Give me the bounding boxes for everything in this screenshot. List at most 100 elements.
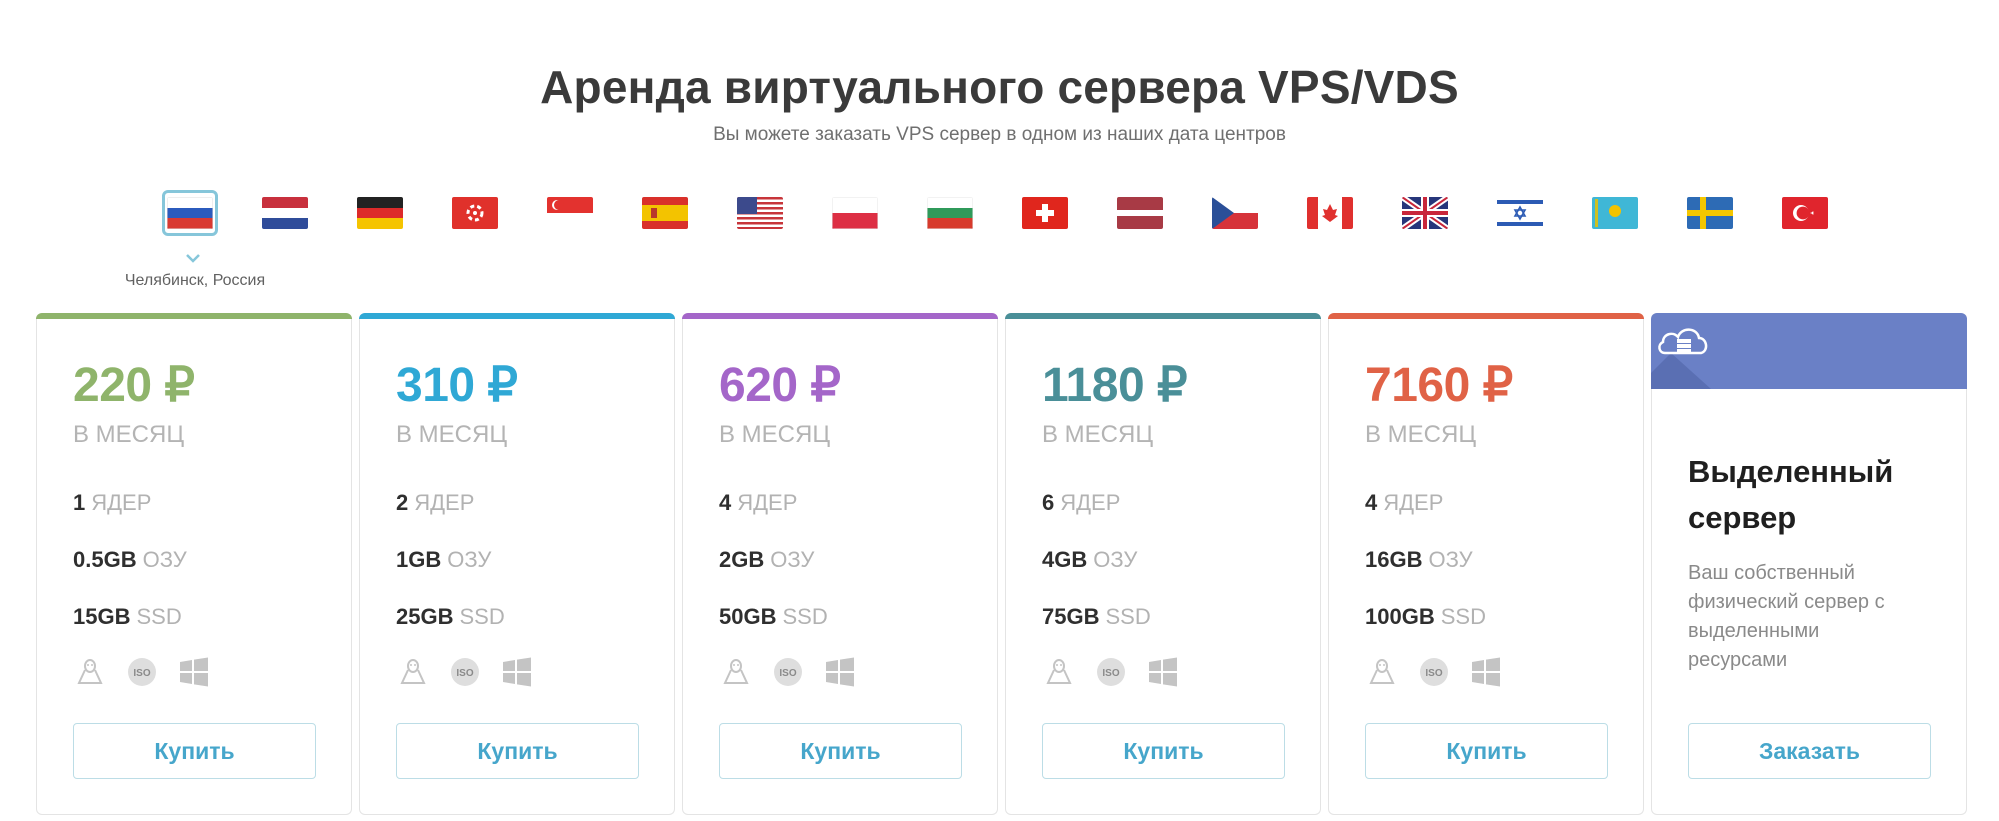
plan-cores: 4 ЯДЕР [1365, 490, 1443, 516]
disk-unit: SSD [459, 604, 505, 629]
dedicated-server-card: Выделенный сервер Ваш собственный физиче… [1651, 313, 1967, 815]
flag-hong-kong[interactable] [447, 190, 503, 236]
flag-bulgaria[interactable] [922, 190, 978, 236]
cores-unit: ЯДЕР [414, 490, 475, 515]
dedicated-title: Выделенный сервер [1688, 454, 1894, 535]
plan-disk: 100GB SSD [1365, 604, 1486, 630]
flag-usa[interactable] [732, 190, 788, 236]
plan-period: В МЕСЯЦ [396, 421, 508, 448]
flag-turkey[interactable] [1777, 190, 1833, 236]
buy-button[interactable]: Купить [1042, 723, 1285, 779]
flag-sweden[interactable] [1682, 190, 1738, 236]
sweden-flag-icon [1687, 197, 1733, 229]
flag-uk[interactable] [1397, 190, 1453, 236]
plan-price: 7160 ₽ [1365, 359, 1513, 412]
plan-cores: 4 ЯДЕР [719, 490, 797, 516]
plan-period: В МЕСЯЦ [1042, 421, 1154, 448]
flag-kazakhstan[interactable] [1587, 190, 1643, 236]
ram-unit: ОЗУ [1093, 547, 1138, 572]
cores-unit: ЯДЕР [1383, 490, 1444, 515]
plan-price: 620 ₽ [719, 359, 841, 412]
disk-value: 15GB [73, 604, 131, 629]
iso-icon: ISO [1420, 658, 1448, 686]
flag-russia[interactable] [162, 190, 218, 236]
flag-poland[interactable] [827, 190, 883, 236]
cores-value: 1 [73, 490, 86, 515]
plan-ram: 16GB ОЗУ [1365, 547, 1473, 573]
poland-flag-icon [832, 197, 878, 229]
plan-disk: 50GB SSD [719, 604, 828, 630]
disk-unit: SSD [136, 604, 182, 629]
buy-button[interactable]: Купить [1365, 723, 1608, 779]
cloud-server-icon [1651, 328, 1711, 389]
plan-ram: 1GB ОЗУ [396, 547, 491, 573]
os-icons: ISO [1042, 655, 1202, 689]
windows-icon [503, 657, 531, 687]
plan-disk: 75GB SSD [1042, 604, 1151, 630]
plan-cores: 1 ЯДЕР [73, 490, 151, 516]
disk-unit: SSD [1440, 604, 1486, 629]
plan-cores: 2 ЯДЕР [396, 490, 474, 516]
flag-czech[interactable] [1207, 190, 1263, 236]
plan-period: В МЕСЯЦ [73, 421, 185, 448]
buy-button[interactable]: Купить [73, 723, 316, 779]
plan-price: 310 ₽ [396, 359, 518, 412]
cores-unit: ЯДЕР [1060, 490, 1121, 515]
singapore-flag-icon [547, 197, 593, 229]
flag-canada[interactable] [1302, 190, 1358, 236]
order-button[interactable]: Заказать [1688, 723, 1931, 779]
page-title: Аренда виртуального сервера VPS/VDS [540, 61, 1459, 113]
ram-unit: ОЗУ [142, 547, 187, 572]
dedicated-card-header [1651, 313, 1967, 389]
windows-icon [1149, 657, 1177, 687]
ram-unit: ОЗУ [1428, 547, 1473, 572]
svg-text:ISO: ISO [1425, 668, 1442, 679]
card-accent-bar [359, 313, 675, 319]
flag-netherlands[interactable] [257, 190, 313, 236]
plan-price: 220 ₽ [73, 359, 195, 412]
windows-icon [826, 657, 854, 687]
disk-value: 50GB [719, 604, 777, 629]
plan-cores: 6 ЯДЕР [1042, 490, 1120, 516]
svg-text:ISO: ISO [779, 668, 796, 679]
switzerland-flag-icon [1022, 197, 1068, 229]
canada-flag-icon [1307, 197, 1353, 229]
flag-switzerland[interactable] [1017, 190, 1073, 236]
location-selector [162, 190, 1842, 250]
ram-unit: ОЗУ [770, 547, 815, 572]
plan-disk: 15GB SSD [73, 604, 182, 630]
page-subtitle: Вы можете заказать VPS сервер в одном из… [713, 124, 1286, 145]
svg-text:ISO: ISO [133, 668, 150, 679]
flag-singapore[interactable] [542, 190, 598, 236]
spain-flag-icon [642, 197, 688, 229]
flag-germany[interactable] [352, 190, 408, 236]
buy-button[interactable]: Купить [719, 723, 962, 779]
flag-latvia[interactable] [1112, 190, 1168, 236]
plan-card: 7160 ₽ В МЕСЯЦ 4 ЯДЕР 16GB ОЗУ 100GB SSD IS… [1328, 313, 1644, 815]
flag-spain[interactable] [637, 190, 693, 236]
uk-flag-icon [1402, 197, 1448, 229]
disk-unit: SSD [1105, 604, 1151, 629]
linux-icon [1046, 659, 1072, 684]
buy-button[interactable]: Купить [396, 723, 639, 779]
flag-israel[interactable] [1492, 190, 1548, 236]
hong-kong-flag-icon [452, 197, 498, 229]
plan-ram: 4GB ОЗУ [1042, 547, 1137, 573]
disk-value: 25GB [396, 604, 454, 629]
dedicated-description: Ваш собственный физический сервер с выде… [1688, 562, 1885, 671]
selected-location-label: Челябинск, Россия [124, 272, 266, 289]
os-icons: ISO [396, 655, 556, 689]
plan-card: 1180 ₽ В МЕСЯЦ 6 ЯДЕР 4GB ОЗУ 75GB SSD ISO … [1005, 313, 1321, 815]
germany-flag-icon [357, 197, 403, 229]
latvia-flag-icon [1117, 197, 1163, 229]
ram-value: 4GB [1042, 547, 1088, 572]
card-accent-bar [36, 313, 352, 319]
os-icons: ISO [1365, 655, 1525, 689]
os-icons: ISO [719, 655, 879, 689]
plans-list: 220 ₽ В МЕСЯЦ 1 ЯДЕР 0.5GB ОЗУ 15GB SSD ISO… [36, 313, 1967, 821]
windows-icon [180, 657, 208, 687]
chevron-down-icon [186, 254, 200, 263]
ram-value: 2GB [719, 547, 765, 572]
plan-card: 220 ₽ В МЕСЯЦ 1 ЯДЕР 0.5GB ОЗУ 15GB SSD ISO… [36, 313, 352, 815]
cores-value: 2 [396, 490, 409, 515]
